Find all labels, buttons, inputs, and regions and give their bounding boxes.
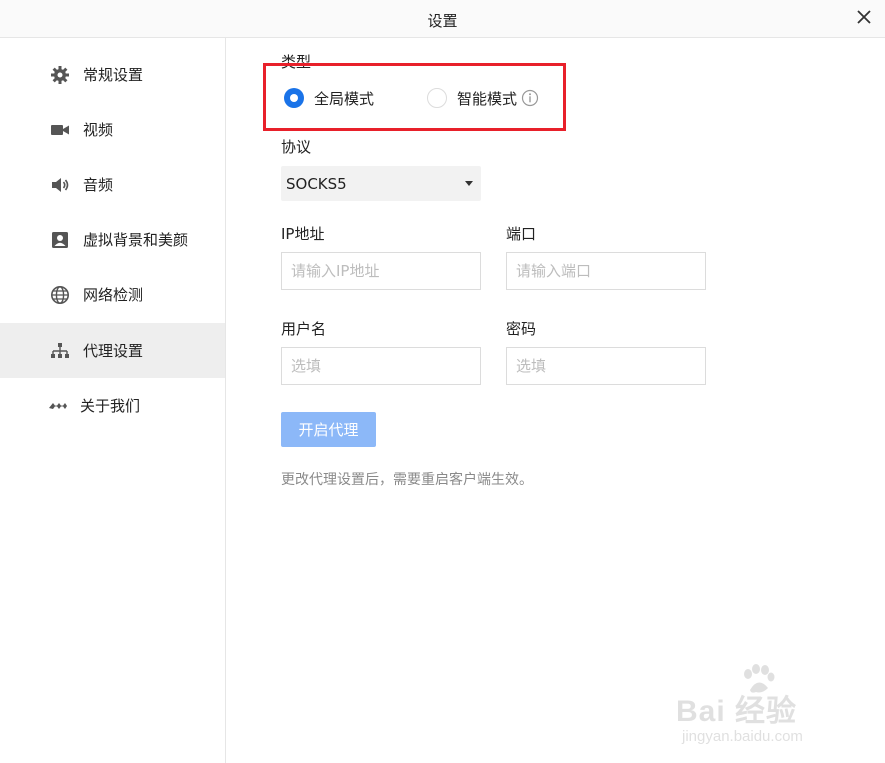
port-input[interactable]	[506, 252, 706, 290]
logo-icon	[49, 402, 67, 409]
ip-input[interactable]	[281, 252, 481, 290]
sidebar-item-network-test[interactable]: 网络检测	[0, 267, 225, 322]
password-label: 密码	[506, 320, 537, 338]
sidebar-item-label: 常规设置	[83, 66, 144, 84]
global-mode-label: 全局模式	[314, 89, 375, 108]
sidebar-item-about-us[interactable]: 关于我们	[0, 378, 225, 433]
sidebar-item-audio[interactable]: 音频	[0, 157, 225, 212]
sidebar-item-general[interactable]: 常规设置	[0, 47, 225, 102]
watermark-url: jingyan.baidu.com	[682, 728, 803, 745]
sidebar-item-proxy-settings[interactable]: 代理设置	[0, 323, 225, 378]
radio-checked-icon	[284, 88, 304, 108]
sidebar-item-label: 代理设置	[83, 342, 144, 360]
sidebar-item-label: 视频	[83, 121, 114, 139]
video-camera-icon	[51, 124, 69, 135]
password-input[interactable]	[506, 347, 706, 385]
gear-icon	[51, 65, 69, 84]
sidebar-item-label: 音频	[83, 176, 114, 194]
network-tree-icon	[51, 342, 69, 358]
sidebar-item-virtual-background[interactable]: 虚拟背景和美颜	[0, 212, 225, 267]
window-title: 设置	[427, 12, 458, 30]
restart-hint: 更改代理设置后，需要重启客户端生效。	[281, 472, 533, 488]
watermark: Bai 经验 jingyan.baidu.com	[676, 664, 846, 754]
smart-mode-label: 智能模式	[457, 89, 518, 108]
protocol-value: SOCKS5	[286, 175, 347, 193]
protocol-label: 协议	[281, 138, 312, 156]
enable-proxy-button[interactable]: 开启代理	[281, 412, 376, 447]
sidebar-item-label: 关于我们	[80, 397, 141, 415]
proxy-mode-radio-group: 全局模式 智能模式	[281, 82, 551, 114]
sidebar-item-label: 网络检测	[83, 286, 144, 304]
info-icon[interactable]	[521, 89, 539, 107]
portrait-icon	[52, 231, 68, 248]
chevron-down-icon	[465, 181, 473, 186]
sidebar-item-label: 虚拟背景和美颜	[83, 231, 189, 249]
protocol-select[interactable]: SOCKS5	[281, 166, 481, 201]
type-label: 类型	[281, 53, 312, 71]
smart-mode-radio[interactable]: 智能模式	[427, 82, 539, 114]
radio-unchecked-icon	[427, 88, 447, 108]
username-label: 用户名	[281, 320, 327, 338]
title-bar: 设置	[0, 0, 885, 38]
sidebar-item-video[interactable]: 视频	[0, 102, 225, 157]
watermark-brand: Bai 经验	[676, 695, 798, 728]
sidebar: 常规设置 视频 音频 虚拟背景和美颜 网络检测 代理设置 关于我们	[0, 38, 226, 763]
ip-label: IP地址	[281, 225, 325, 243]
speaker-icon	[52, 177, 69, 192]
globe-icon	[51, 285, 69, 304]
username-input[interactable]	[281, 347, 481, 385]
port-label: 端口	[506, 225, 537, 243]
close-icon[interactable]	[853, 6, 875, 28]
global-mode-radio[interactable]: 全局模式	[284, 82, 374, 114]
